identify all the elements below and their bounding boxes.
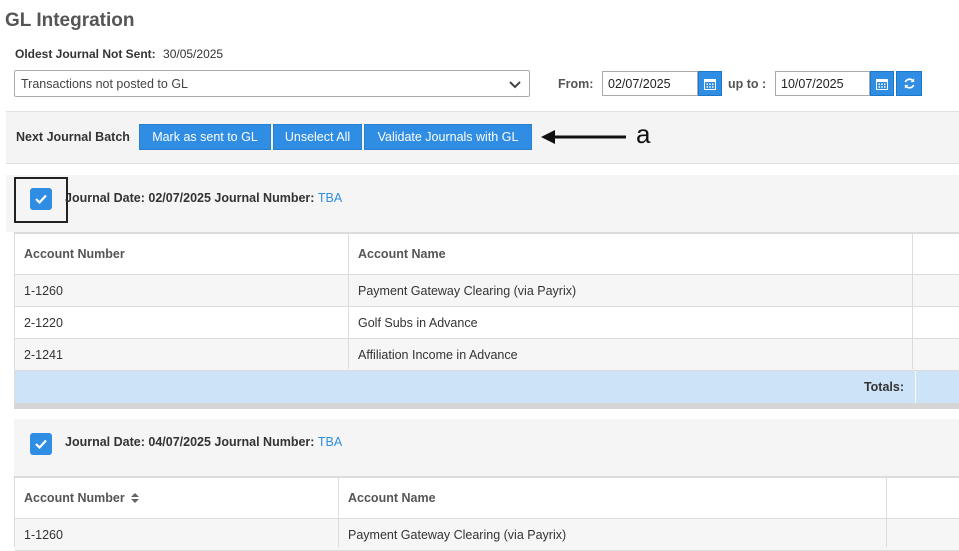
journal-lines-table: Account Number Account Name 1-1260 Payme… [14,476,959,551]
journal-select-checkbox[interactable] [30,433,52,455]
column-divider [886,478,887,547]
account-name-cell: Golf Subs in Advance [358,315,478,330]
journal-date-label: Journal Date: [65,191,145,205]
journal-info: Journal Date: 04/07/2025 Journal Number:… [65,435,342,449]
column-divider [912,234,913,369]
from-date-input[interactable]: 02/07/2025 [602,71,698,96]
upto-date-input[interactable]: 10/07/2025 [775,71,870,96]
annotation-label: a [636,119,651,149]
table-row: 2-1220 Golf Subs in Advance [15,307,959,339]
account-name-cell: Payment Gateway Clearing (via Payrix) [348,527,567,542]
table-header-row: Account Number Account Name [15,234,959,275]
transaction-filter-select[interactable]: Transactions not posted to GL [14,70,530,97]
column-divider [338,478,339,547]
chevron-down-icon [509,81,521,89]
refresh-icon [904,78,914,89]
oldest-journal-label: Oldest Journal Not Sent: [15,47,156,61]
next-journal-batch-label: Next Journal Batch [16,130,130,144]
transaction-filter-value: Transactions not posted to GL [21,77,188,91]
annotation-arrow-icon [541,130,626,144]
account-number-cell: 1-1260 [24,283,63,298]
journal-info: Journal Date: 02/07/2025 Journal Number:… [65,191,342,205]
account-number-cell: 2-1241 [24,347,63,362]
mark-as-sent-button[interactable]: Mark as sent to GL [139,124,271,150]
journal-select-checkbox[interactable] [30,188,52,210]
sort-icon[interactable] [130,492,140,504]
totals-divider [915,371,916,403]
calendar-icon [876,78,888,90]
account-name-cell: Payment Gateway Clearing (via Payrix) [358,283,577,298]
totals-row: Totals: [15,371,959,403]
column-header-account-number[interactable]: Account Number [15,478,338,518]
column-header-account-name[interactable]: Account Name [339,478,886,518]
oldest-journal-date: 30/05/2025 [163,47,224,61]
calendar-icon [704,78,716,90]
table-row: 2-1241 Affiliation Income in Advance [15,339,959,371]
column-header-account-number[interactable]: Account Number [15,234,348,274]
journal-lines-table: Account Number Account Name 1-1260 Payme… [14,232,959,403]
table-row: 1-1260 Payment Gateway Clearing (via Pay… [15,275,959,307]
journal-date: 02/07/2025 [148,191,211,205]
account-number-cell: 1-1260 [24,527,63,542]
upto-label: up to : [728,77,767,91]
upto-date-calendar-button[interactable] [870,71,894,96]
column-divider [348,234,349,369]
column-header-account-name[interactable]: Account Name [349,234,913,274]
journal-date: 04/07/2025 [148,435,211,449]
from-date-calendar-button[interactable] [698,71,722,96]
account-name-cell: Affiliation Income in Advance [358,347,518,362]
page-title: GL Integration [5,10,135,31]
journal-number-label: Journal Number: [214,435,315,449]
table-header-row: Account Number Account Name [15,478,959,519]
journal-date-label: Journal Date: [65,435,145,449]
account-number-header-label: Account Number [24,491,125,505]
oldest-journal-info: Oldest Journal Not Sent: 30/05/2025 [15,47,223,61]
journal-number-link[interactable]: TBA [318,191,342,205]
table-row: 1-1260 Payment Gateway Clearing (via Pay… [15,519,959,551]
journal-separator [14,403,959,409]
unselect-all-button[interactable]: Unselect All [273,124,362,150]
account-number-cell: 2-1220 [24,315,63,330]
refresh-button[interactable] [896,71,922,96]
from-label: From: [558,77,594,91]
journal-number-link[interactable]: TBA [318,435,342,449]
totals-label: Totals: [863,380,904,394]
check-icon [35,194,47,204]
validate-journals-button[interactable]: Validate Journals with GL [364,124,532,150]
journal-number-label: Journal Number: [214,191,315,205]
check-icon [35,439,47,449]
